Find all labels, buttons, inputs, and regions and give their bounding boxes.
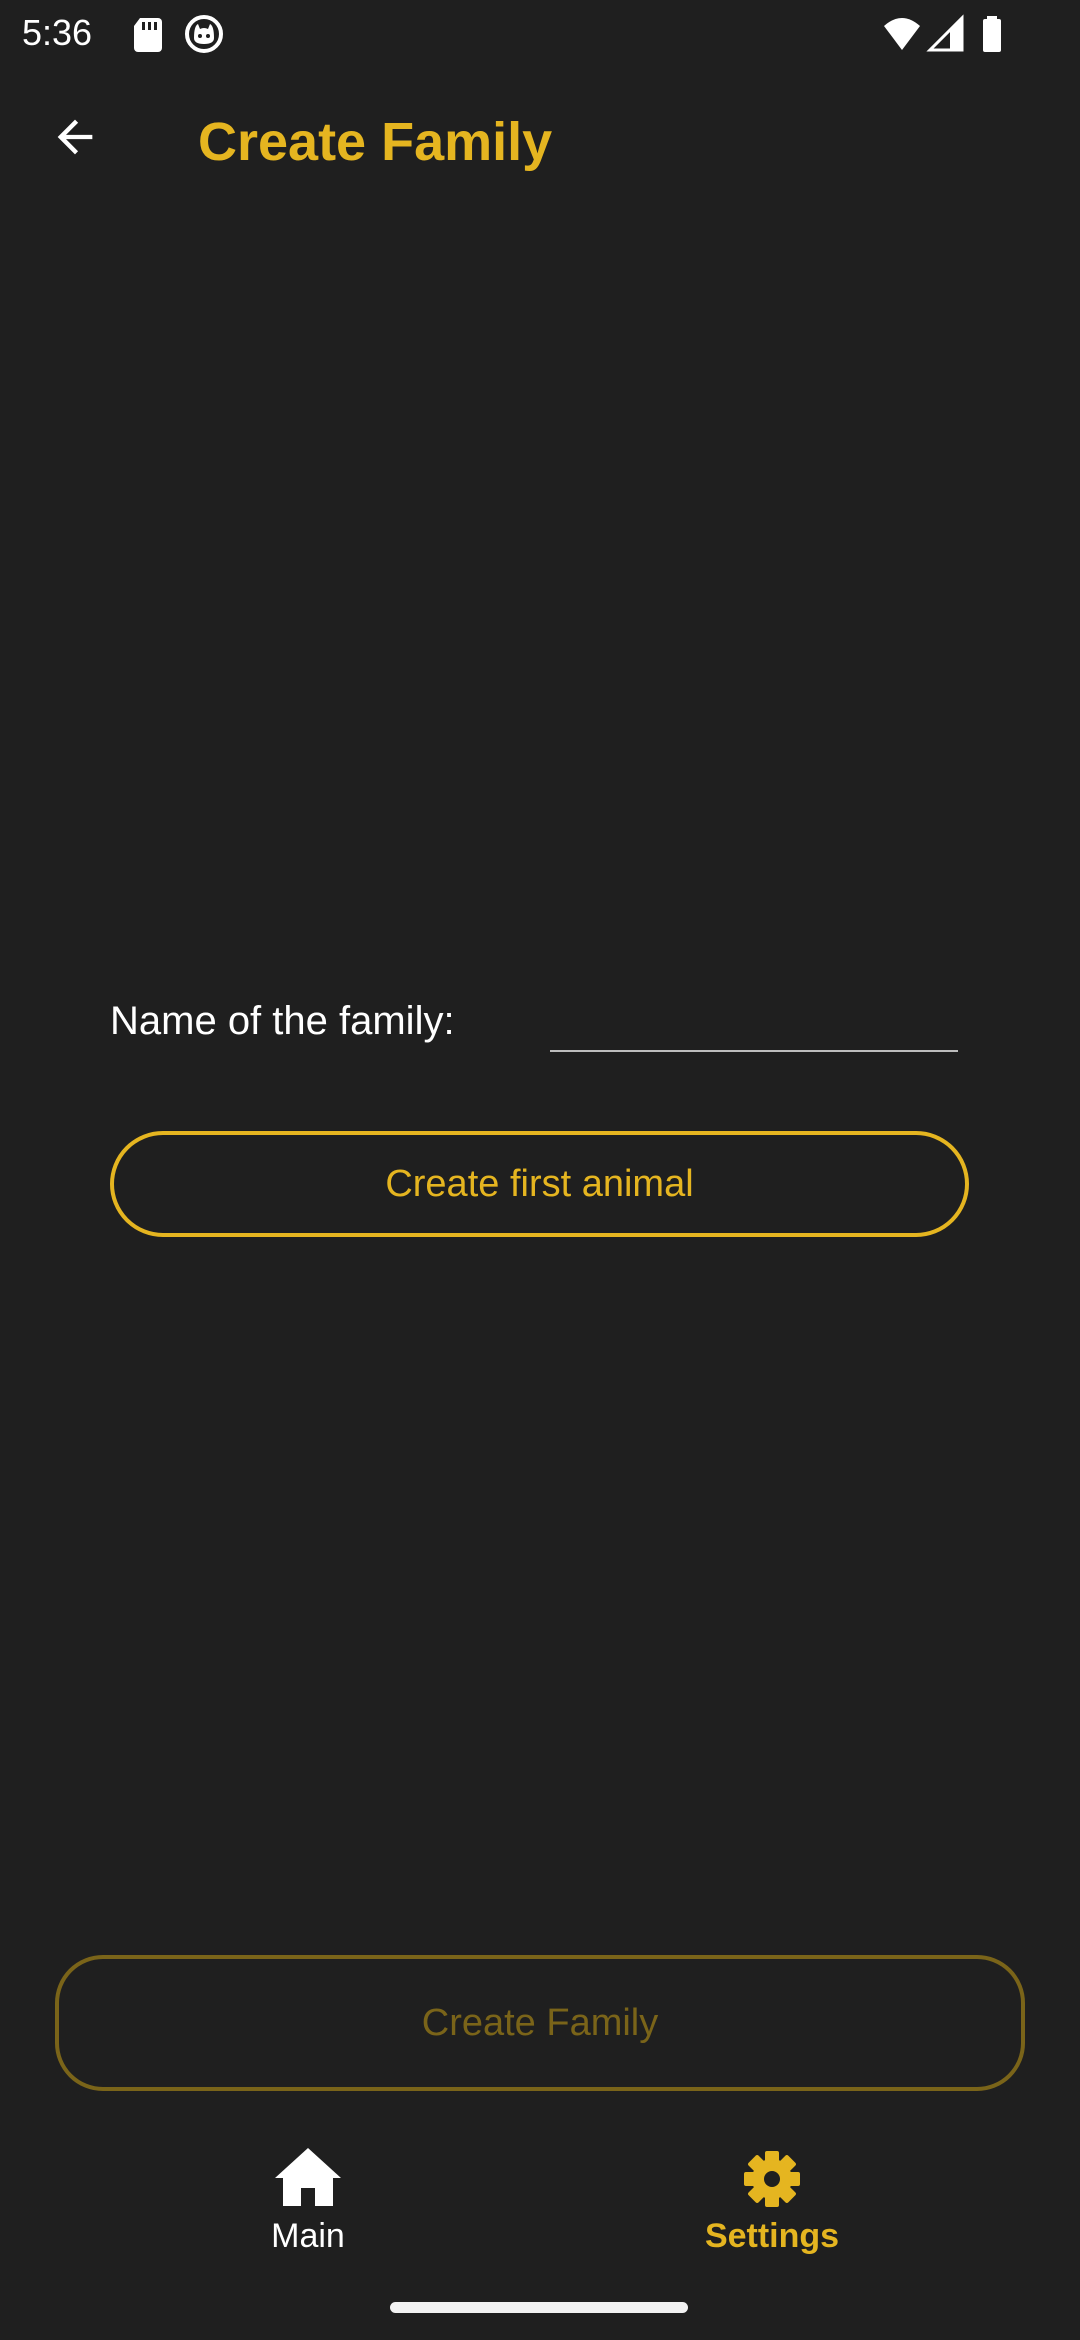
create-first-animal-button[interactable]: Create first animal [110,1131,969,1237]
family-name-input[interactable] [550,986,958,1052]
status-time: 5:36 [22,12,93,53]
wifi-icon [882,14,922,54]
nav-item-settings[interactable]: Settings [622,2130,922,2270]
create-family-screen: 5:36 Create Family Name of the family: C… [0,0,1080,2340]
page-title: Create Family [198,112,553,172]
home-icon [275,2148,341,2206]
create-first-animal-label: Create first animal [385,1162,694,1205]
cellular-signal-icon [926,14,966,54]
create-family-button[interactable]: Create Family [55,1955,1025,2091]
bottom-navigation: Main Settings [0,2130,1080,2270]
family-name-label: Name of the family: [110,999,455,1043]
gesture-navigation-bar[interactable] [390,2302,688,2313]
sd-card-icon [128,14,168,54]
gear-icon [744,2151,800,2207]
nav-item-main[interactable]: Main [158,2130,458,2270]
status-bar: 5:36 [0,0,1080,66]
app-bar: Create Family [0,66,1080,216]
nav-label-settings: Settings [704,2217,840,2255]
back-button[interactable] [30,102,120,172]
create-family-label: Create Family [421,2001,659,2044]
battery-icon [972,14,1012,54]
nav-label-main: Main [271,2217,345,2255]
cat-notification-icon [184,14,224,54]
arrow-back-icon [57,119,93,155]
